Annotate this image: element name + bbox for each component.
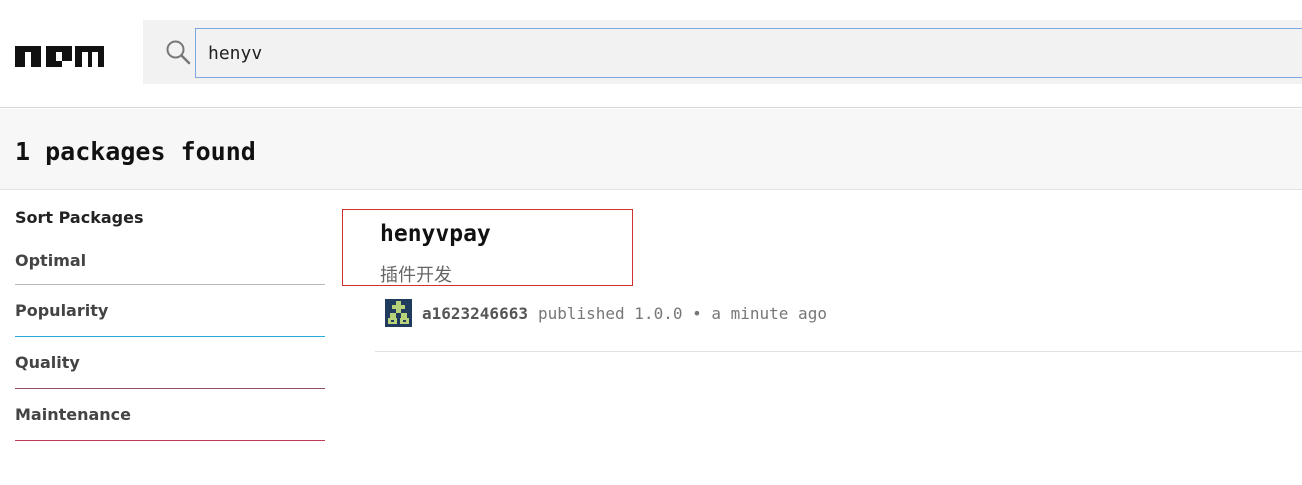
sort-quality[interactable]: Quality <box>15 337 325 389</box>
results-count-title: 1 packages found <box>15 137 256 166</box>
package-description: 插件开发 <box>380 265 452 286</box>
sort-heading: Sort Packages <box>15 208 144 227</box>
sort-optimal[interactable]: Optimal <box>15 231 325 285</box>
top-header <box>0 0 1302 108</box>
npm-logo[interactable] <box>15 41 104 67</box>
search-input[interactable] <box>195 28 1302 78</box>
results-bar: 1 packages found <box>0 109 1302 190</box>
package-name-link[interactable]: henyvpay <box>380 221 491 247</box>
package-result: henyvpay 插件开发 a1623246663 published 1.0.… <box>342 209 1302 352</box>
publisher-avatar[interactable] <box>385 299 412 327</box>
package-meta: a1623246663 published 1.0.0 • a minute a… <box>385 298 827 328</box>
sort-popularity[interactable]: Popularity <box>15 285 325 337</box>
published-info: published 1.0.0 • a minute ago <box>537 303 827 323</box>
sort-maintenance[interactable]: Maintenance <box>15 389 325 441</box>
search-bar <box>143 20 1302 84</box>
sort-sidebar: Sort Packages Optimal Popularity Quality… <box>15 205 325 441</box>
publisher-link[interactable]: a1623246663 <box>422 304 528 323</box>
search-icon <box>166 40 191 65</box>
